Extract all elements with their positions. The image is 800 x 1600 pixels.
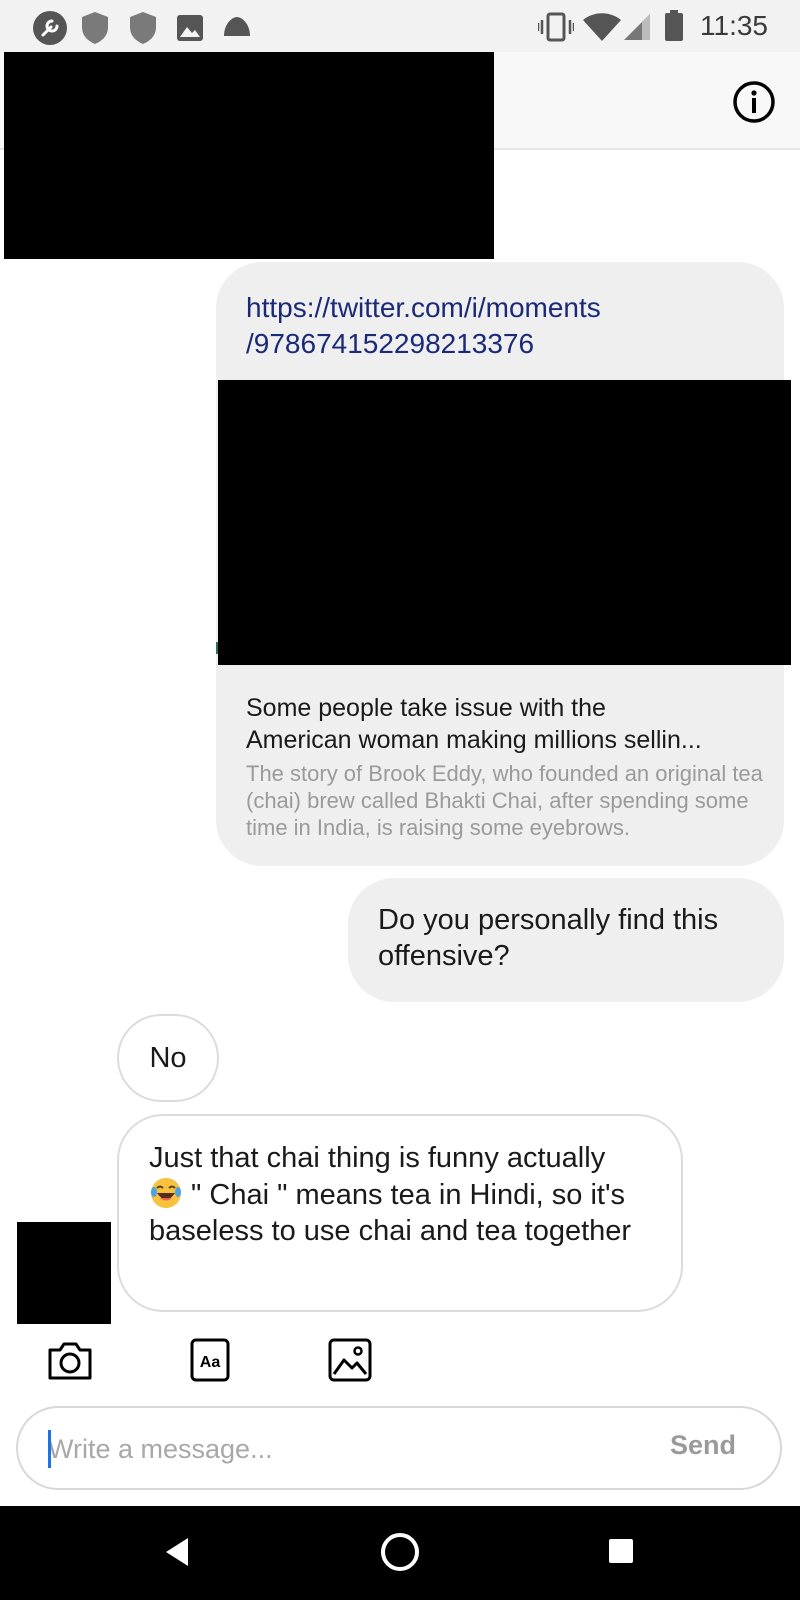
- camera-icon[interactable]: [46, 1338, 94, 1382]
- home-icon[interactable]: [380, 1532, 420, 1572]
- cloud-icon: [224, 17, 250, 36]
- incoming-message-text: " Chai " means tea in Hindi, so it's bas…: [149, 1179, 632, 1247]
- battery-icon: [665, 10, 683, 41]
- back-icon[interactable]: [164, 1536, 190, 1568]
- link-preview-description: The story of Brook Eddy, who founded an …: [246, 761, 763, 840]
- text-format-label: Aa: [200, 1354, 221, 1371]
- link-title-line2: American woman making millions sellin...: [246, 726, 702, 754]
- clock: 11:35: [700, 10, 768, 41]
- messenger-screen: 11:35 https://twitter.com/i/moments /978…: [0, 0, 800, 1600]
- message-composer: Send: [16, 1406, 782, 1490]
- message-input[interactable]: [48, 1428, 628, 1470]
- android-nav-bar: [0, 1506, 800, 1600]
- incoming-message: Just that chai thing is funny actually "…: [117, 1114, 683, 1312]
- vibrate-icon: [538, 12, 574, 42]
- redacted-avatar: [17, 1222, 111, 1324]
- wrench-icon: [33, 11, 67, 45]
- incoming-message: No: [117, 1014, 219, 1102]
- image-icon: [177, 15, 203, 41]
- gallery-icon[interactable]: [328, 1338, 372, 1382]
- wifi-icon: [583, 13, 621, 41]
- info-icon[interactable]: [732, 80, 776, 124]
- link-url-line2: /978674152298213376: [246, 328, 535, 359]
- outgoing-message: Do you personally find this offensive?: [348, 878, 784, 1002]
- link-title-line1: Some people take issue with the: [246, 694, 606, 722]
- link-url[interactable]: https://twitter.com/i/moments /978674152…: [246, 290, 766, 362]
- recents-icon[interactable]: [608, 1538, 634, 1564]
- incoming-message-text: Just that chai thing is funny actually: [149, 1142, 606, 1174]
- link-preview-title: Some people take issue with the American…: [246, 692, 756, 756]
- shield-icon: [130, 12, 156, 44]
- link-url-line1: https://twitter.com/i/moments: [246, 292, 601, 323]
- shield-icon: [82, 12, 108, 44]
- status-bar: 11:35: [0, 0, 800, 52]
- redacted-contact-name: [4, 52, 494, 259]
- send-button[interactable]: Send: [670, 1430, 736, 1461]
- redacted-link-preview-image: [218, 380, 791, 665]
- laughing-emoji-icon: [151, 1178, 181, 1208]
- signal-icon: [624, 14, 650, 40]
- text-cursor: [48, 1430, 51, 1468]
- text-format-icon[interactable]: Aa: [190, 1338, 230, 1382]
